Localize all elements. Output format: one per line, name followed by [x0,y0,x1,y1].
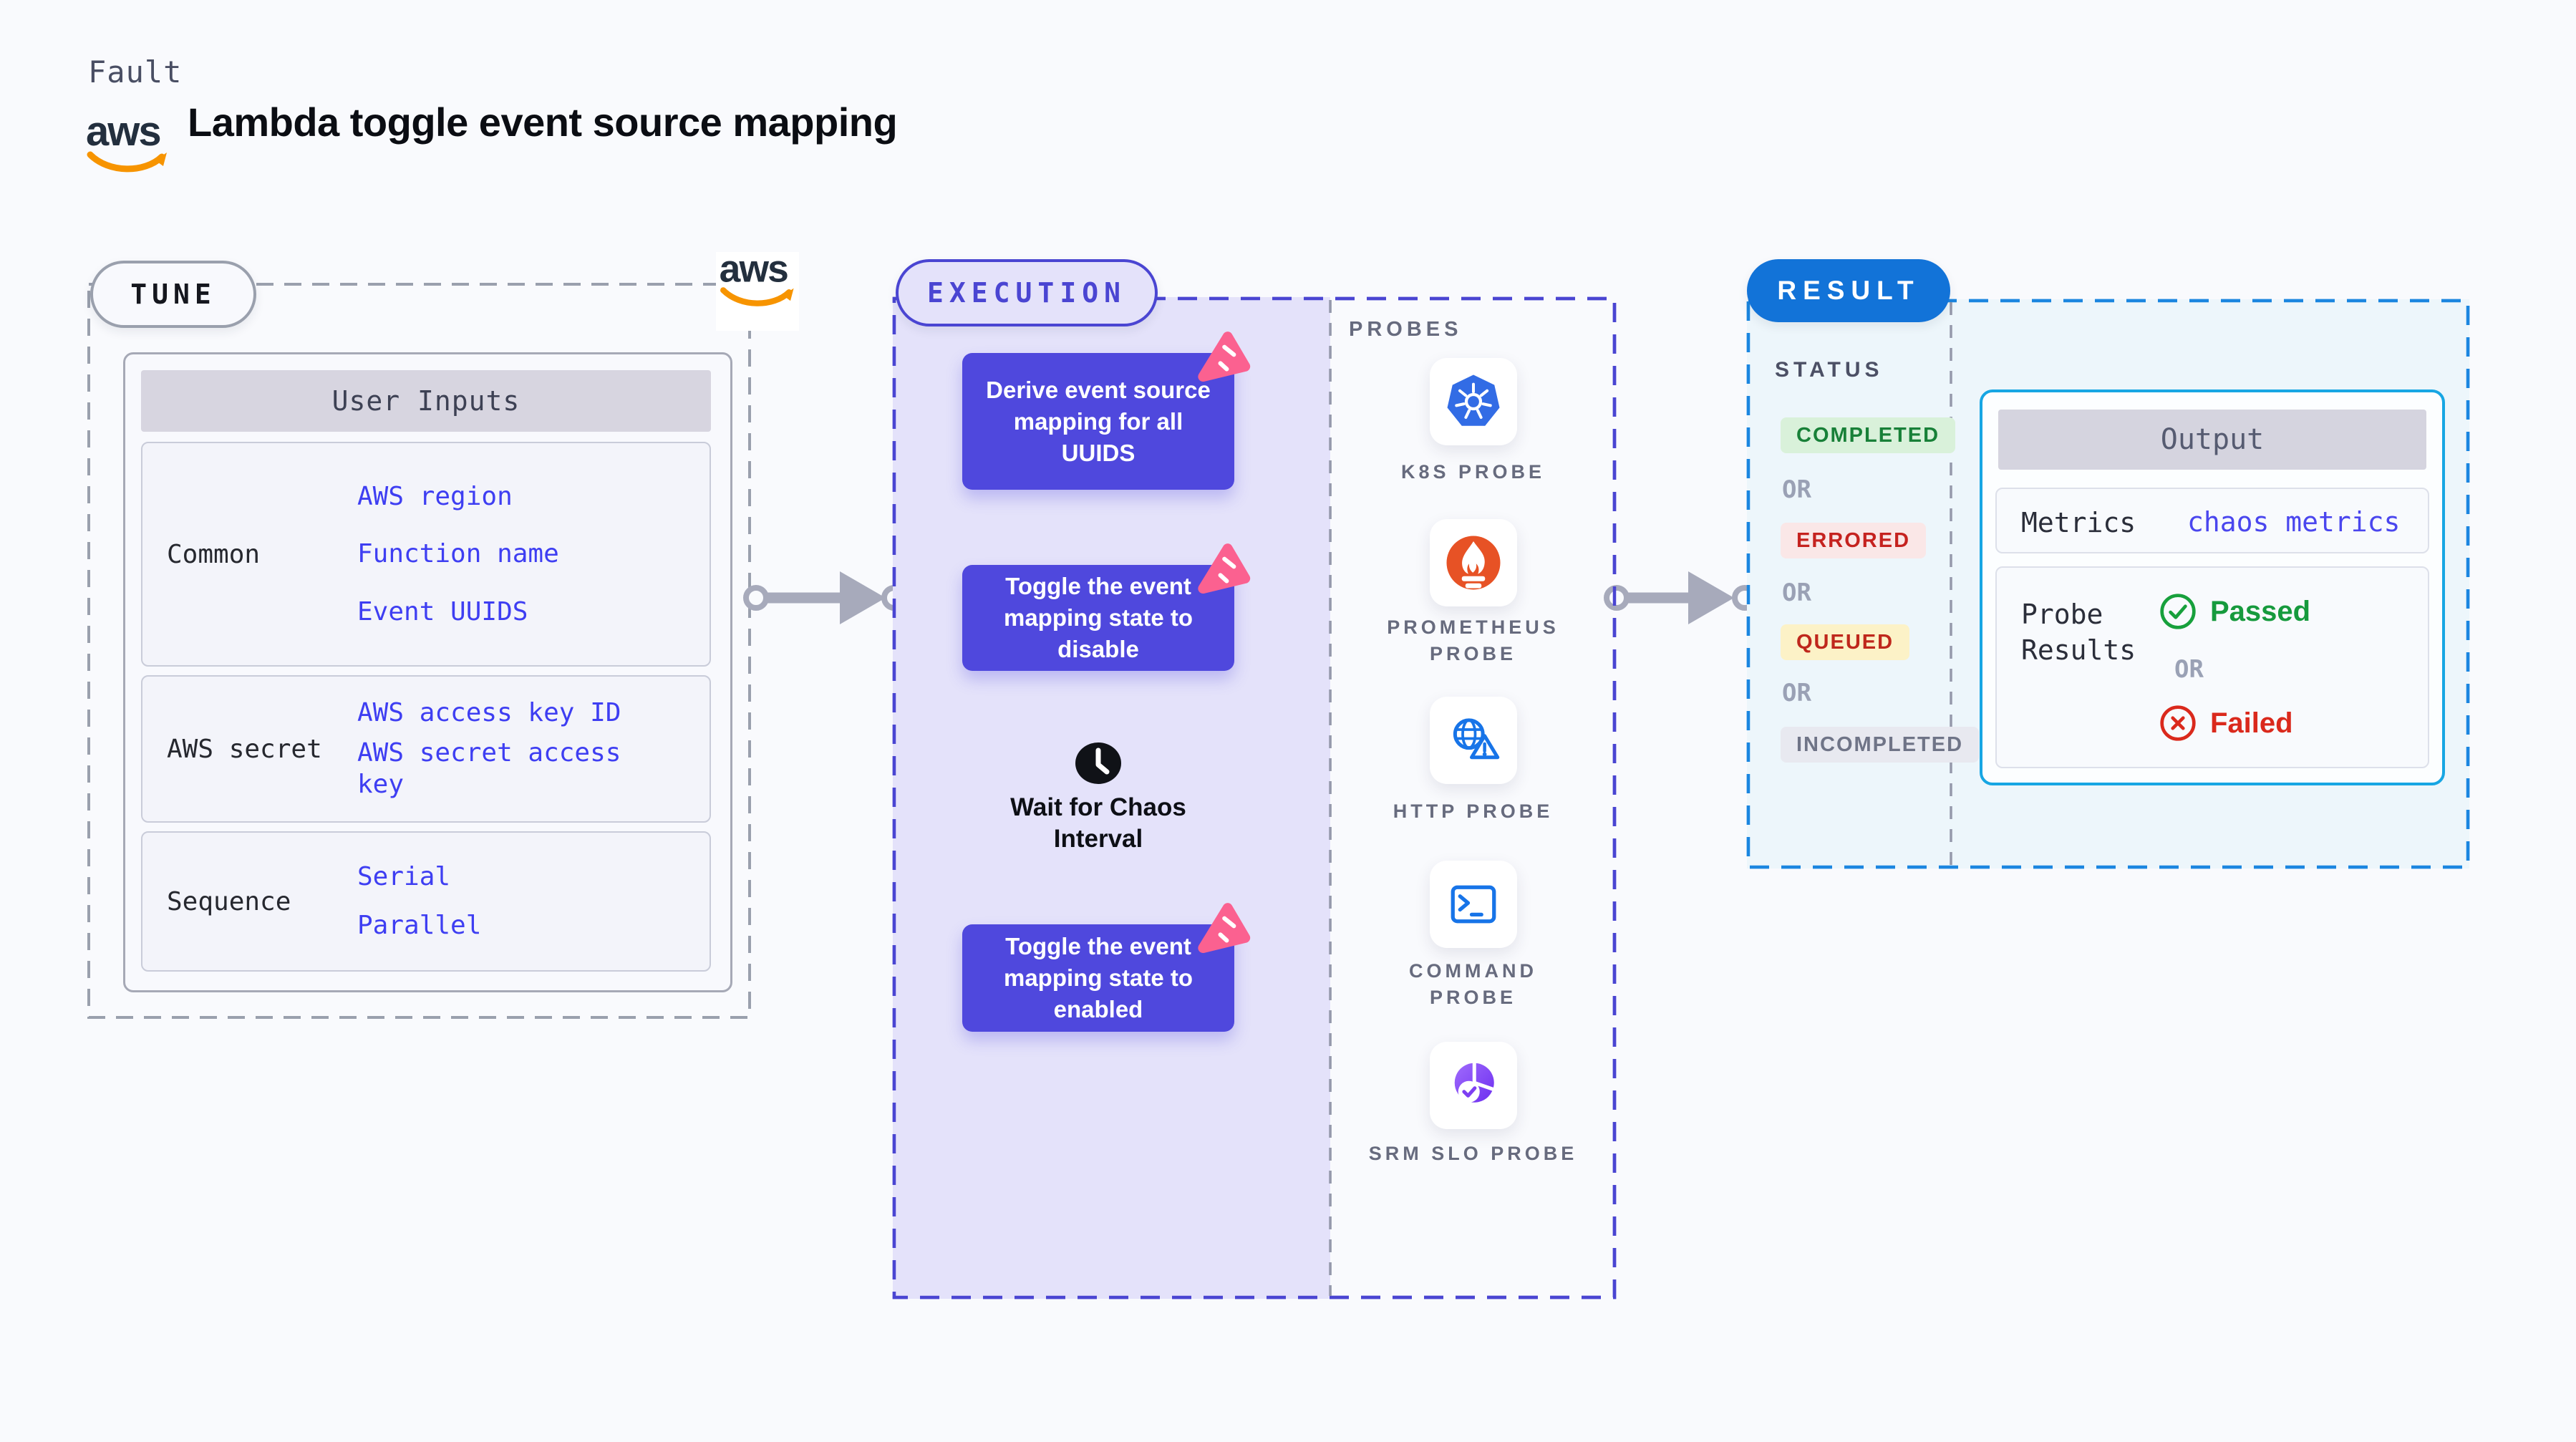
user-inputs-header: User Inputs [141,370,711,432]
probe-label: COMMAND PROBE [1409,960,1537,1008]
table-row: Sequence Serial Parallel [141,831,711,972]
status-badge-completed: COMPLETED [1781,417,1956,453]
aws-logo-small: aws [720,250,796,315]
row-value: Serial [357,862,451,891]
table-row: Common AWS region Function name Event UU… [141,442,711,667]
tune-badge: TUNE [90,261,256,328]
metrics-value: chaos metrics [2187,506,2401,538]
row-value: AWS region [357,481,513,511]
litmus-chaos-icon [1198,903,1251,954]
failed-line: Failed [2159,704,2293,742]
probe-tile-srm-slo [1430,1042,1517,1129]
row-label: Common [167,539,261,569]
litmus-chaos-icon [1198,332,1251,382]
user-inputs-card: User Inputs Common AWS region Function n… [123,352,732,992]
status-badge-queued: QUEUED [1781,624,1910,660]
probe-label: HTTP PROBE [1393,800,1554,822]
aws-smile-icon [87,151,167,173]
passed-line: Passed [2159,592,2310,631]
or-separator: OR [1782,475,1811,504]
or-separator: OR [1782,579,1811,607]
aws-logo-tile: aws [716,250,799,331]
probes-title: PROBES [1349,318,1463,341]
row-label: Sequence [167,886,291,916]
probe-tile-command [1430,861,1517,948]
metrics-label: Metrics [2021,507,2136,538]
row-value: Event UUIDS [357,596,528,626]
output-card: Output Metrics chaos metrics Probe Resul… [1980,389,2445,785]
table-row: AWS secret AWS access key ID AWS secret … [141,675,711,823]
passed-check-icon [2160,594,2196,629]
result-badge: RESULT [1747,259,1950,322]
flow-node-toggle-disable: Toggle the event mapping state to disabl… [962,543,1251,671]
terminal-icon [1451,885,1496,924]
wait-clock-icon [1075,742,1121,784]
aws-logo: aws [86,108,172,182]
probe-tile-k8s [1430,358,1517,445]
probe-results-label: Probe Results [2021,599,2136,666]
status-badge-errored: ERRORED [1781,523,1927,558]
row-value: Parallel [357,911,482,940]
litmus-chaos-icon [1198,543,1251,594]
slo-donut-check-icon [1454,1061,1496,1103]
flow-node-derive-mapping: Derive event source mapping for all UUID… [962,332,1251,490]
or-separator: OR [1782,679,1811,707]
probe-label: PROMETHEUS PROBE [1387,616,1559,664]
flow-node-label: Derive event source mapping for all UUID… [986,376,1211,466]
diagram-canvas: Fault Lambda toggle event source mapping… [0,0,2576,1442]
flow-node-label: Toggle the event mapping state to disabl… [1003,573,1193,662]
status-heading: STATUS [1775,358,1884,382]
row-label: AWS secret [167,734,322,764]
failed-x-icon [2160,705,2196,741]
probe-label: K8S PROBE [1400,461,1546,483]
passed-label: Passed [2210,595,2311,627]
metrics-row: Metrics chaos metrics [1995,488,2429,553]
aws-wordmark: aws [86,108,162,155]
probe-tile-http [1430,697,1517,784]
fault-eyebrow: Fault [88,54,183,89]
probe-label: SRM SLO PROBE [1368,1143,1578,1164]
row-value: AWS access key ID [357,697,621,727]
output-header: Output [1998,410,2426,470]
probe-tile-prometheus [1430,519,1517,606]
kubernetes-icon [1447,374,1500,426]
failed-label: Failed [2210,707,2293,739]
status-badge-incompleted: INCOMPLETED [1781,727,1980,763]
row-value: AWS secret access key [357,738,621,800]
flow-node-toggle-enable: Toggle the event mapping state to enable… [962,903,1251,1032]
wait-step-label: Wait for Chaos Interval [1010,793,1186,853]
or-separator: OR [2174,655,2204,684]
row-value: Function name [357,539,559,568]
probe-results-row: Probe Results Passed OR Failed [1995,566,2429,768]
page-title: Lambda toggle event source mapping [188,100,898,145]
flow-node-label: Toggle the event mapping state to enable… [1003,933,1193,1022]
execution-badge: EXECUTION [896,259,1158,326]
http-globe-warning-icon [1453,718,1500,760]
prometheus-icon [1446,536,1501,590]
aws-smile-icon [720,287,794,306]
